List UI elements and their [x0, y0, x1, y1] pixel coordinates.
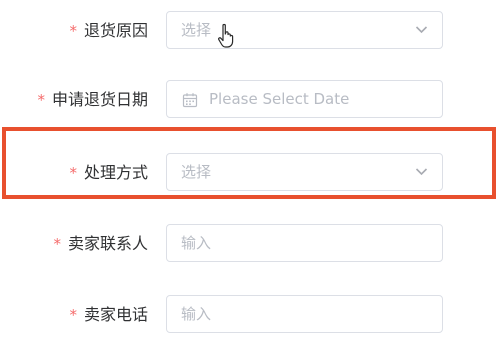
- request-date-picker[interactable]: Please Select Date: [166, 80, 443, 118]
- return-reason-placeholder: 选择: [181, 21, 212, 39]
- chevron-down-icon: [415, 26, 428, 34]
- seller-phone-input[interactable]: 输入: [166, 295, 443, 333]
- seller-contact-placeholder: 输入: [181, 234, 212, 252]
- seller-phone-placeholder: 输入: [181, 305, 212, 323]
- highlight-box: [2, 127, 496, 199]
- return-reason-label: * 退货原因: [69, 21, 148, 40]
- seller-contact-label: * 卖家联系人: [53, 234, 148, 253]
- required-asterisk: *: [37, 91, 45, 109]
- required-asterisk: *: [69, 306, 77, 324]
- seller-phone-label: * 卖家电话: [69, 305, 148, 324]
- required-asterisk: *: [69, 22, 77, 40]
- seller-contact-row: * 卖家联系人 输入: [0, 224, 499, 264]
- request-date-label: * 申请退货日期: [37, 90, 148, 109]
- seller-contact-input[interactable]: 输入: [166, 224, 443, 262]
- required-asterisk: *: [53, 235, 61, 253]
- hand-pointer-icon: [218, 23, 234, 48]
- request-date-placeholder: Please Select Date: [209, 90, 350, 108]
- calendar-icon: [182, 93, 198, 108]
- return-reason-select[interactable]: 选择: [166, 11, 443, 49]
- return-reason-row: * 退货原因 选择: [0, 11, 499, 51]
- request-date-row: * 申请退货日期 Please Select Date: [0, 80, 499, 120]
- seller-phone-row: * 卖家电话 输入: [0, 295, 499, 335]
